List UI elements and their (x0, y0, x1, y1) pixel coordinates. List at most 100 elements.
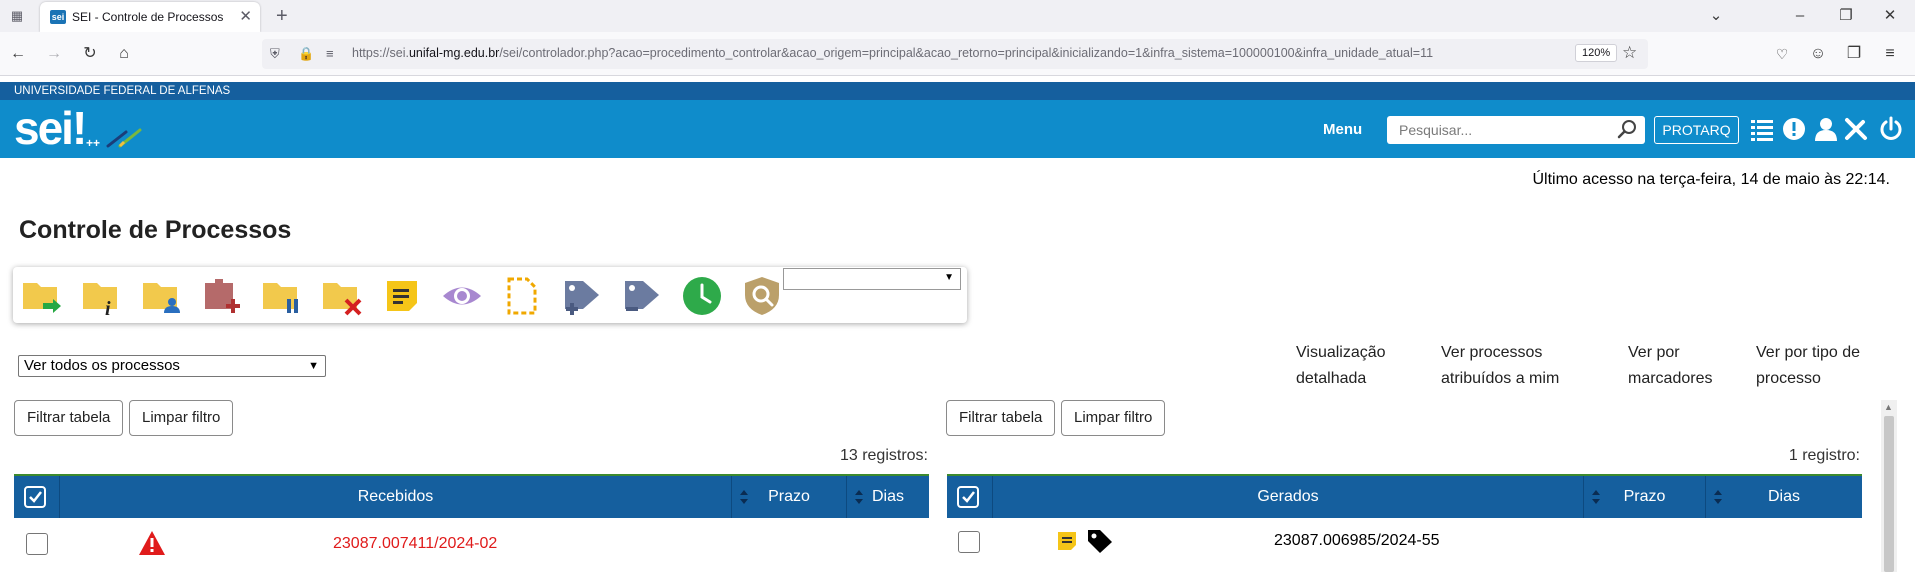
document-dashed-icon[interactable] (501, 275, 543, 317)
check-all-icon[interactable] (957, 486, 979, 508)
deadline-label: Prazo (1623, 488, 1666, 505)
folder-user-icon[interactable] (141, 275, 183, 317)
url-bar[interactable]: ⛨ 🔒 ≡ https://sei.unifal-mg.edu.br/sei/c… (262, 39, 1648, 69)
browser-tab[interactable]: sei SEI - Controle de Processos ✕ (40, 2, 260, 32)
tag-icon[interactable] (1086, 528, 1114, 554)
received-column-header[interactable]: Recebidos (60, 476, 732, 518)
folder-pause-icon[interactable] (261, 275, 303, 317)
sei-favicon-icon: sei (50, 10, 66, 24)
home-icon[interactable]: ⌂ (112, 42, 136, 66)
days-label: Dias (1767, 488, 1800, 505)
toolbar-select[interactable]: ▼ (783, 268, 961, 290)
account-icon[interactable]: ☺ (1806, 42, 1830, 66)
scroll-up-icon[interactable]: ▲ (1884, 402, 1893, 412)
pocket-icon[interactable]: ♡ (1770, 42, 1794, 66)
alert-badge-icon[interactable] (1781, 116, 1807, 142)
url-path: /sei/controlador.php?acao=procedimento_c… (499, 46, 1434, 60)
forward-icon[interactable]: → (42, 42, 66, 66)
process-filter-select[interactable]: Ver todos os processos ▼ (18, 355, 326, 377)
permissions-icon[interactable]: ≡ (326, 45, 334, 63)
view-link-label: marcadores (1628, 370, 1713, 387)
tag-remove-icon[interactable] (621, 275, 663, 317)
search-icon[interactable] (1617, 119, 1637, 139)
eye-icon[interactable] (441, 275, 483, 317)
shield-icon[interactable]: ⛨ (270, 45, 280, 63)
search-input[interactable] (1399, 122, 1609, 138)
generated-deadline-header[interactable]: Prazo (1584, 476, 1706, 518)
view-link-label: Ver por tipo de (1756, 344, 1861, 361)
received-select-all[interactable] (14, 476, 60, 518)
received-clear-filter-button[interactable]: Limpar filtro (129, 400, 234, 436)
new-tab-icon[interactable]: + (276, 4, 288, 28)
view-link-detailed[interactable]: Visualização detalhada (1296, 340, 1386, 392)
received-count: 13 registros: (839, 447, 928, 464)
sort-icon[interactable] (1592, 490, 1600, 504)
generated-days-header[interactable]: Dias (1706, 476, 1862, 518)
unit-button[interactable]: PROTARQ (1654, 116, 1739, 144)
generated-clear-filter-button[interactable]: Limpar filtro (1061, 400, 1166, 436)
check-all-icon[interactable] (24, 486, 46, 508)
received-days-header[interactable]: Dias (847, 476, 929, 518)
folder-remove-icon[interactable] (321, 275, 363, 317)
chevron-down-icon: ▼ (944, 272, 954, 283)
scrollbar-thumb[interactable] (1884, 416, 1894, 572)
row-checkbox[interactable] (958, 531, 980, 553)
generated-filter-button[interactable]: Filtrar tabela (946, 400, 1056, 436)
action-toolbar: i ▼ (13, 267, 967, 323)
page-scrollbar[interactable]: ▲ (1881, 400, 1897, 572)
url-domain: unifal-mg.edu.br (408, 46, 500, 60)
sei-header: sei! ++ Menu PROTARQ (0, 100, 1915, 158)
folder-add-icon[interactable] (201, 275, 243, 317)
restore-icon[interactable]: ❐ (1834, 4, 1858, 28)
back-icon[interactable]: ← (6, 42, 30, 66)
tools-icon[interactable] (1843, 116, 1869, 142)
logout-power-icon[interactable] (1878, 116, 1904, 142)
sort-icon[interactable] (855, 490, 863, 504)
close-window-icon[interactable]: ✕ (1878, 4, 1902, 28)
tag-add-icon[interactable] (561, 275, 603, 317)
process-number-link[interactable]: 23087.006985/2024-55 (1274, 532, 1440, 550)
app-menu-icon[interactable]: ≡ (1878, 42, 1902, 66)
close-tab-icon[interactable]: ✕ (239, 8, 252, 26)
view-link-label: Ver processos (1441, 344, 1543, 361)
note-icon[interactable] (381, 275, 423, 317)
view-link-markers[interactable]: Ver por marcadores (1628, 340, 1712, 392)
received-deadline-header[interactable]: Prazo (732, 476, 847, 518)
process-filter-value: Ver todos os processos (24, 357, 180, 374)
menu-button[interactable]: Menu (1323, 121, 1362, 138)
sort-icon[interactable] (740, 490, 748, 504)
url-prefix: https://sei. (352, 46, 409, 60)
pens-icon (106, 128, 142, 148)
page-title: Controle de Processos (19, 216, 292, 244)
row-checkbox[interactable] (26, 533, 48, 555)
browser-tab-bar: ▦ sei SEI - Controle de Processos ✕ + ⌄ … (0, 0, 1915, 32)
zoom-level[interactable]: 120% (1575, 44, 1618, 62)
reload-icon[interactable]: ↻ (78, 42, 102, 66)
clock-icon[interactable] (681, 275, 723, 317)
extensions-icon[interactable]: ❐ (1842, 42, 1866, 66)
generated-column-header[interactable]: Gerados (993, 476, 1584, 518)
view-link-label: Ver por (1628, 344, 1680, 361)
view-link-process-type[interactable]: Ver por tipo de processo (1756, 340, 1860, 392)
sei-logo[interactable]: sei! (14, 102, 87, 154)
lock-icon[interactable]: 🔒 (298, 45, 314, 63)
sort-icon[interactable] (1714, 490, 1722, 504)
received-table-header: Recebidos Prazo Dias (14, 474, 929, 518)
received-filter-button[interactable]: Filtrar tabela (14, 400, 124, 436)
note-icon[interactable] (1056, 530, 1078, 552)
chevron-down-icon[interactable]: ⌄ (1704, 4, 1728, 28)
process-number-link[interactable]: 23087.007411/2024-02 (333, 535, 497, 553)
bookmark-star-icon[interactable]: ☆ (1622, 43, 1637, 63)
shield-search-icon[interactable] (741, 275, 783, 317)
url-text[interactable]: https://sei.unifal-mg.edu.br/sei/control… (352, 46, 1482, 60)
minimize-icon[interactable]: – (1788, 4, 1812, 28)
institution-strip: UNIVERSIDADE FEDERAL DE ALFENAS (0, 82, 1915, 100)
tab-list-icon[interactable]: ▦ (8, 7, 26, 25)
list-icon[interactable] (1749, 116, 1775, 142)
folder-send-icon[interactable] (21, 275, 63, 317)
view-link-label: processo (1756, 370, 1821, 387)
generated-select-all[interactable] (947, 476, 993, 518)
user-icon[interactable] (1813, 116, 1839, 142)
view-link-assigned[interactable]: Ver processos atribuídos a mim (1441, 340, 1559, 392)
folder-info-icon[interactable]: i (81, 275, 123, 320)
